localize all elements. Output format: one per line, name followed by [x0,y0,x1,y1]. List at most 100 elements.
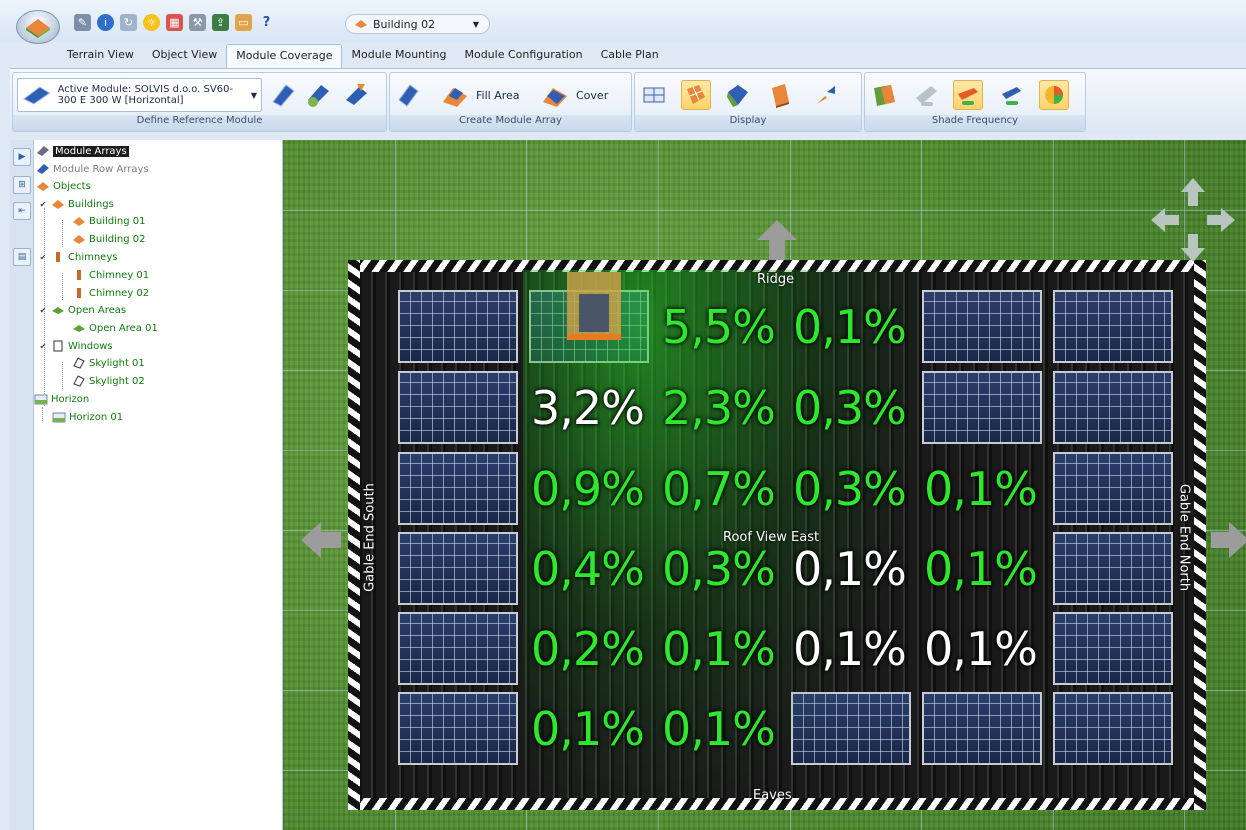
solar-module[interactable] [922,290,1042,363]
module-row-icon [37,164,49,174]
window-icon [53,340,63,352]
module-properties-button[interactable] [268,78,298,112]
solar-module[interactable] [398,452,518,525]
tree-node-skylight-01[interactable]: Skylight 01 [72,355,145,371]
shade-frequency-value: 0,1% [924,462,1038,516]
solar-module[interactable] [1053,371,1173,444]
display-shade-button[interactable] [681,78,711,112]
tree-node-chimney-02[interactable]: Chimney 02 [72,285,149,301]
tree-node-label: Horizon [51,393,90,405]
view-navigator-icon[interactable] [1145,178,1241,262]
cover-button[interactable]: Cover [540,78,608,112]
tree-node-building-01[interactable]: Building 01 [72,213,145,229]
side-toolstrip: ▶ ⊞ ⇤ ▤ [10,140,34,830]
solar-module[interactable] [922,371,1042,444]
fill-area-button[interactable]: Fill Area [440,78,520,112]
tree-node-label: Chimney 01 [89,269,150,281]
pan-right-arrow-icon[interactable] [1211,520,1246,560]
solar-module[interactable] [922,692,1042,765]
module-orientation-button[interactable] [341,78,371,112]
sun-icon[interactable]: ☼ [143,14,160,31]
solar-module[interactable] [1053,290,1173,363]
chimney-icon [77,288,81,298]
shade-gradient-button[interactable] [953,78,983,112]
pan-left-arrow-icon[interactable] [299,520,343,560]
module-settings-button[interactable] [303,78,333,112]
tree-node-chimneys[interactable]: ✔ Chimneys [38,249,118,265]
chevron-down-icon[interactable]: ✔ [38,306,48,315]
open-area-icon [73,325,85,332]
group-label-define: Define Reference Module [13,115,386,131]
tab-terrain-view[interactable]: Terrain View [58,44,143,68]
shade-array-button[interactable] [997,78,1027,112]
tree-node-chimney-01[interactable]: Chimney 01 [72,267,149,283]
tab-module-coverage[interactable]: Module Coverage [226,44,343,68]
object-tree: Module Arrays Module Row Arrays Objects … [34,140,283,830]
list-view-icon[interactable]: ⇤ [13,202,31,220]
calendar-icon[interactable]: ▦ [166,14,183,31]
roof-surface[interactable]: Ridge Eaves Roof View East Gable End Sou… [348,260,1206,810]
open-area-icon [52,307,64,314]
tree-node-objects[interactable]: Objects [36,178,91,194]
expand-panel-icon[interactable]: ▶ [13,148,31,166]
pan-up-arrow-icon[interactable] [755,218,799,262]
tab-module-configuration[interactable]: Module Configuration [455,44,591,68]
solar-module[interactable] [1053,612,1173,685]
solar-module[interactable] [1053,452,1173,525]
solar-module[interactable] [398,290,518,363]
display-3d-button[interactable] [723,78,753,112]
solar-module[interactable] [1053,532,1173,605]
chevron-down-icon[interactable]: ✔ [38,342,48,351]
solar-module[interactable] [398,612,518,685]
tree-node-buildings[interactable]: ✔ Buildings [38,196,114,212]
tab-object-view[interactable]: Object View [143,44,226,68]
draw-module-button[interactable] [394,78,424,112]
active-module-selector[interactable]: Active Module: SOLVIS d.o.o. SV60-300 E … [17,78,262,112]
tab-cable-plan[interactable]: Cable Plan [592,44,668,68]
group-display: Display [634,72,862,132]
tree-node-horizon-01[interactable]: Horizon 01 [52,409,123,425]
refresh-icon[interactable]: ↻ [120,14,137,31]
roof-viewport[interactable]: Ridge Eaves Roof View East Gable End Sou… [283,140,1246,830]
arrows-icon [811,80,841,110]
tree-node-open-areas[interactable]: ✔ Open Areas [38,302,126,318]
shade-frequency-value: 0,1% [793,300,907,354]
solar-module[interactable] [1053,692,1173,765]
export-icon[interactable]: ⇪ [212,14,229,31]
tree-node-label: Open Areas [68,304,127,316]
tree-node-building-02[interactable]: Building 02 [72,231,145,247]
chimney-object[interactable] [563,268,625,342]
properties-icon[interactable]: ▤ [13,248,31,266]
tree-node-skylight-02[interactable]: Skylight 02 [72,373,145,389]
shade-frequency-value: 0,1% [793,542,907,596]
tree-node-open-area-01[interactable]: Open Area 01 [72,320,158,336]
tree-node-module-arrays[interactable]: Module Arrays [36,143,129,159]
display-arrows-button[interactable] [811,78,841,112]
help-icon[interactable]: ? [258,14,275,31]
solar-module[interactable] [398,371,518,444]
solar-module[interactable] [398,692,518,765]
shade-module-button[interactable] [911,78,941,112]
cover-icon [540,80,570,110]
shade-chart-button[interactable] [1039,78,1069,112]
tree-node-windows[interactable]: ✔ Windows [38,338,113,354]
tree-node-label: Windows [68,340,113,352]
shade-roof-button[interactable] [869,78,899,112]
chevron-down-icon[interactable]: ✔ [38,253,48,262]
solar-module[interactable] [398,532,518,605]
wrench-icon[interactable]: ✎ [74,14,91,31]
chevron-down-icon[interactable]: ✔ [38,200,48,209]
building-selector[interactable]: Building 02 ▼ [345,14,490,34]
display-grid-button[interactable] [639,78,669,112]
tools-icon[interactable]: ⚒ [189,14,206,31]
tree-view-icon[interactable]: ⊞ [13,176,31,194]
app-menu-button[interactable] [16,10,60,44]
eaves-label: Eaves [753,788,792,803]
info-icon[interactable]: i [97,14,114,31]
tree-node-module-row-arrays[interactable]: Module Row Arrays [36,161,149,177]
display-roof-button[interactable] [765,78,795,112]
folder-icon[interactable]: ▭ [235,14,252,31]
tab-module-mounting[interactable]: Module Mounting [342,44,455,68]
tree-node-horizon[interactable]: Horizon [34,391,89,407]
group-label-shade: Shade Frequency [865,115,1085,131]
